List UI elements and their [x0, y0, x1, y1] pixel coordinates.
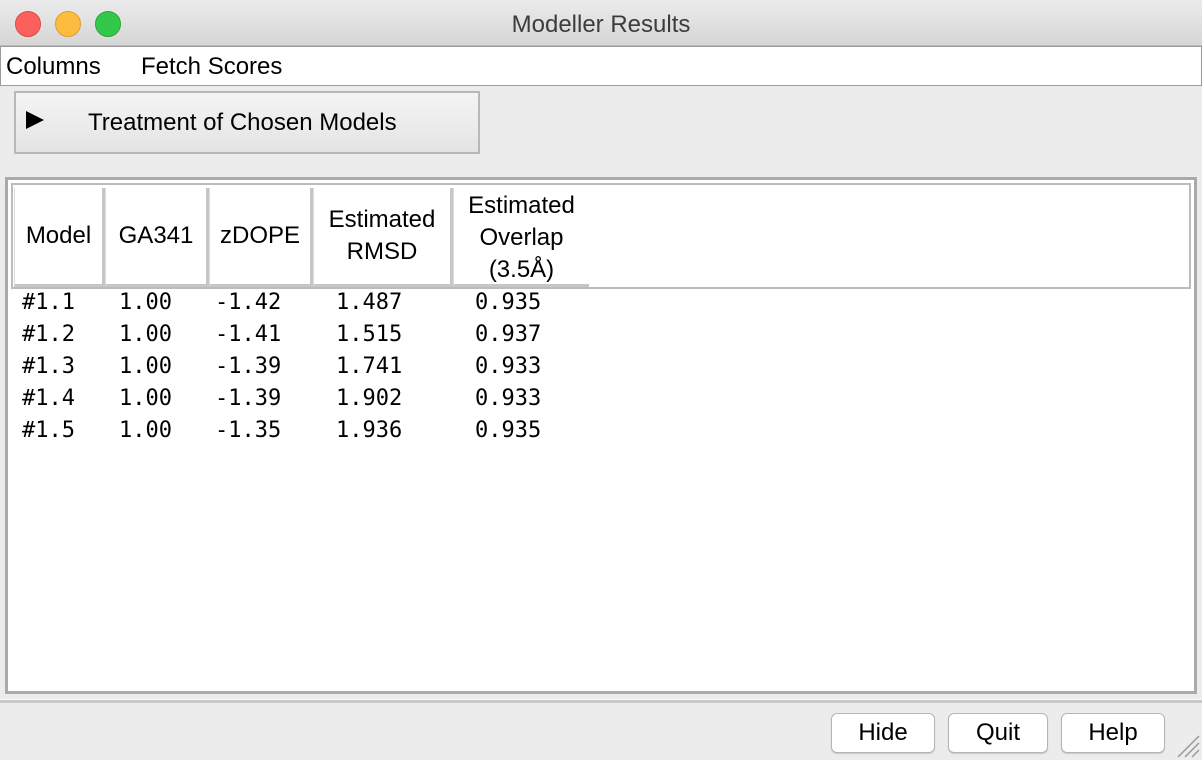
window-title: Modeller Results	[511, 11, 691, 38]
cell-rmsd: 1.741	[336, 354, 403, 379]
cell-rmsd: 1.902	[336, 386, 403, 411]
column-header-model[interactable]: Model	[14, 188, 105, 287]
footer-divider	[0, 699, 1202, 703]
table-header: Model GA341 zDOPE Estimated RMSD Estimat…	[11, 183, 1191, 289]
treatment-disclosure-label: Treatment of Chosen Models	[88, 109, 397, 136]
cell-zdope: -1.39	[215, 354, 282, 379]
cell-model: #1.3	[22, 354, 75, 379]
column-header-estimated-overlap[interactable]: Estimated Overlap (3.5Å)	[453, 188, 589, 287]
results-table: Model GA341 zDOPE Estimated RMSD Estimat…	[5, 177, 1197, 694]
cell-overlap: 0.933	[475, 386, 542, 411]
cell-rmsd: 1.936	[336, 418, 403, 443]
menu-columns[interactable]: Columns	[6, 51, 101, 83]
cell-overlap: 0.935	[475, 290, 542, 315]
cell-ga341: 1.00	[119, 322, 172, 347]
cell-model: #1.2	[22, 322, 75, 347]
cell-ga341: 1.00	[119, 354, 172, 379]
resize-grip-icon[interactable]	[1174, 732, 1200, 758]
cell-model: #1.5	[22, 418, 75, 443]
column-header-estimated-rmsd[interactable]: Estimated RMSD	[313, 188, 453, 287]
menu-bar: Columns Fetch Scores	[0, 46, 1202, 86]
cell-overlap: 0.937	[475, 322, 542, 347]
treatment-disclosure-button[interactable]: Treatment of Chosen Models	[14, 91, 480, 154]
menu-fetch-scores[interactable]: Fetch Scores	[141, 51, 282, 83]
cell-model: #1.1	[22, 290, 75, 315]
help-button[interactable]: Help	[1061, 713, 1165, 753]
column-header-zdope[interactable]: zDOPE	[209, 188, 313, 287]
cell-model: #1.4	[22, 386, 75, 411]
cell-zdope: -1.39	[215, 386, 282, 411]
cell-rmsd: 1.515	[336, 322, 403, 347]
cell-rmsd: 1.487	[336, 290, 403, 315]
quit-button[interactable]: Quit	[948, 713, 1048, 753]
cell-overlap: 0.933	[475, 354, 542, 379]
disclosure-triangle-icon	[26, 111, 44, 129]
cell-ga341: 1.00	[119, 386, 172, 411]
cell-ga341: 1.00	[119, 418, 172, 443]
hide-button[interactable]: Hide	[831, 713, 935, 753]
column-header-ga341[interactable]: GA341	[105, 188, 209, 287]
cell-ga341: 1.00	[119, 290, 172, 315]
cell-zdope: -1.42	[215, 290, 282, 315]
title-bar: Modeller Results	[0, 0, 1202, 46]
cell-overlap: 0.935	[475, 418, 542, 443]
cell-zdope: -1.41	[215, 322, 282, 347]
cell-zdope: -1.35	[215, 418, 282, 443]
